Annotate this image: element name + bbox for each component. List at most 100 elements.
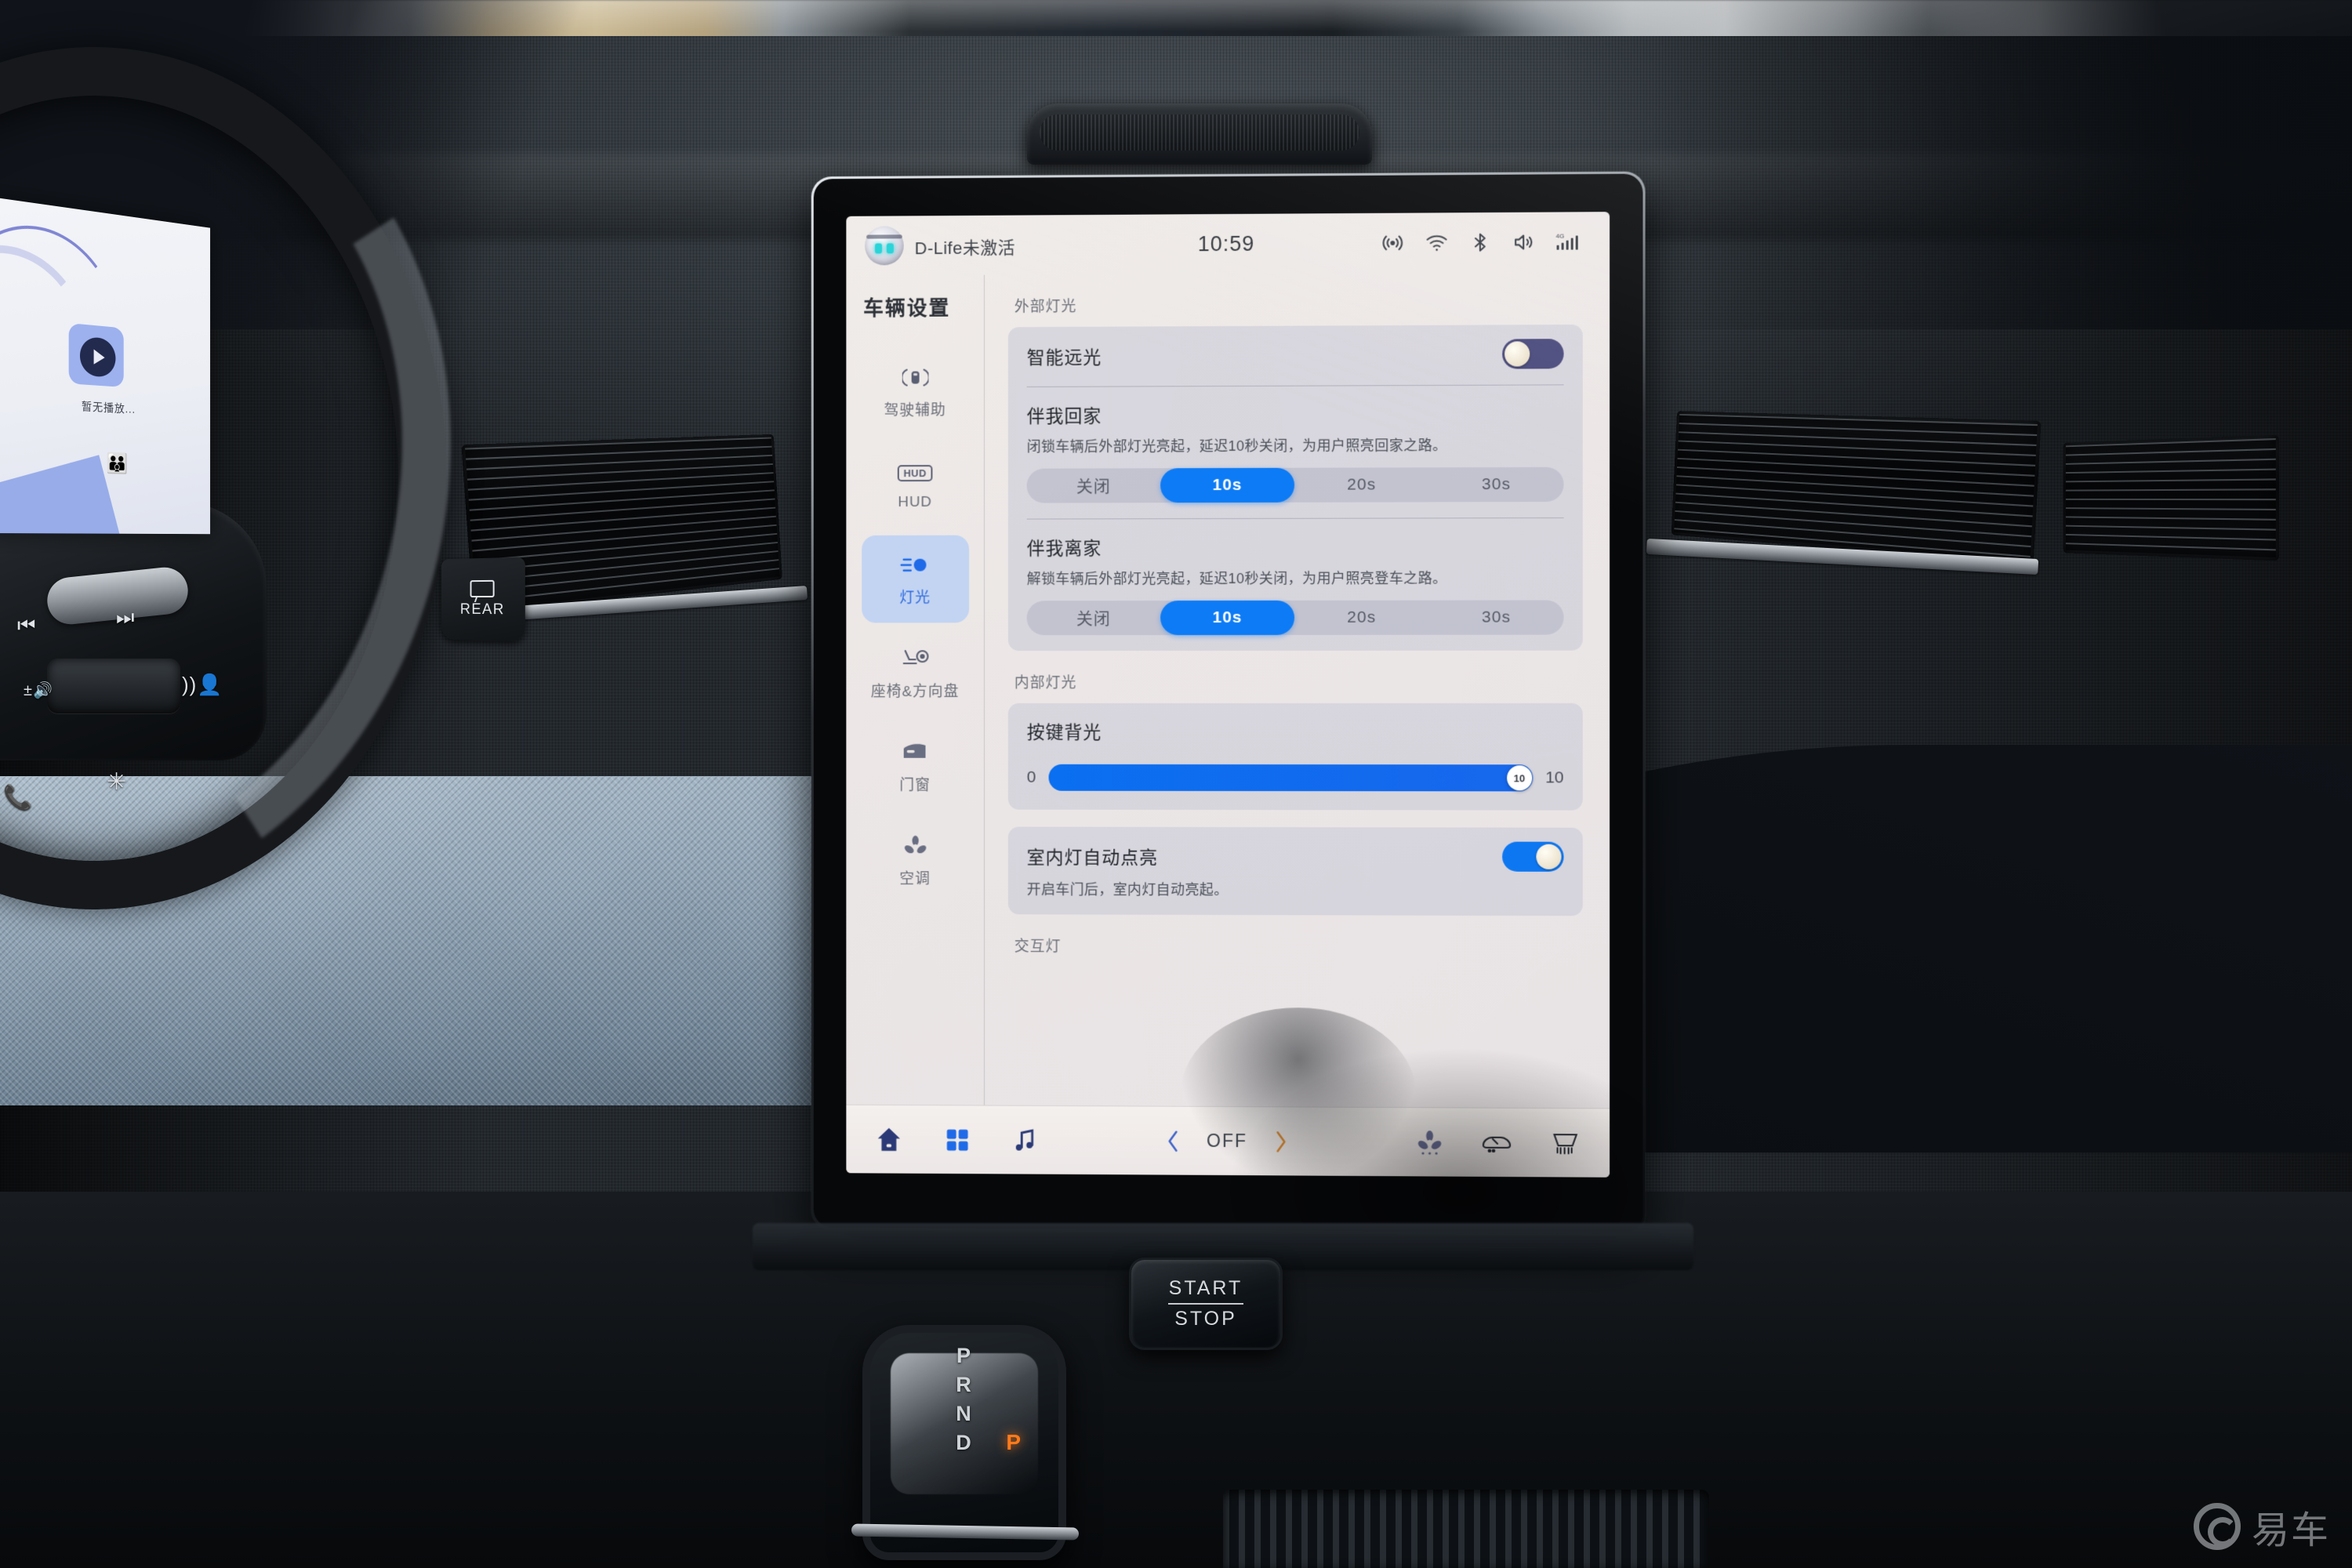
gear-label-d: D xyxy=(956,1431,973,1454)
interior-lighting-group-label: 内部灯光 xyxy=(1014,675,1077,692)
sidebar-item-seat-steering[interactable]: 座椅&方向盘 xyxy=(862,629,969,717)
signal-4g-icon[interactable]: 4G xyxy=(1556,230,1583,253)
fan-icon[interactable] xyxy=(1415,1128,1443,1156)
dock-right-group xyxy=(1415,1128,1581,1157)
follow-me-away-title: 伴我离家 xyxy=(1026,538,1102,559)
status-icons: 4G xyxy=(1381,230,1582,255)
volume-icon[interactable] xyxy=(1512,230,1535,254)
interior-auto-light-desc: 开启车门后，室内灯自动亮起。 xyxy=(1026,881,1229,898)
gear-label-n: N xyxy=(956,1402,973,1425)
bluetooth-icon[interactable] xyxy=(1469,230,1491,254)
watermark-logo-icon xyxy=(2193,1503,2241,1550)
interior-auto-light-card: 室内灯自动点亮 开启车门后，室内灯自动亮起。 xyxy=(1007,826,1583,916)
start-stop-button[interactable]: START STOP xyxy=(1129,1258,1283,1350)
sidebar-item-door-window[interactable]: 门窗 xyxy=(862,723,969,811)
instrument-cluster-screen: 暂无播放... 👪 xyxy=(0,196,211,535)
start-label: START xyxy=(1168,1277,1243,1299)
climate-quick-controls: OFF xyxy=(1163,1127,1291,1155)
key-backlight-slider-row: 0 10 10 xyxy=(1027,764,1564,795)
phone-call-button[interactable]: 📞 xyxy=(3,784,33,811)
follow-me-home-title: 伴我回家 xyxy=(1026,405,1102,426)
screen-bezel: D-Life未激活 10:59 4G 车辆设置 驾驶辅助 HUD HUD 灯光 … xyxy=(813,173,1643,1233)
smart-high-beam-title: 智能远光 xyxy=(1026,347,1102,368)
sidebar-item-label: 门窗 xyxy=(899,777,931,794)
exterior-lighting-group-label: 外部灯光 xyxy=(1014,298,1077,316)
assistant-avatar-icon[interactable] xyxy=(865,226,904,266)
smart-high-beam-head: 智能远光 xyxy=(1027,339,1564,371)
seg-option-20s[interactable]: 20s xyxy=(1294,601,1429,635)
door-window-icon xyxy=(900,739,930,765)
vent-slats xyxy=(2065,437,2276,558)
interior-auto-light-row: 室内灯自动点亮 开启车门后，室内灯自动亮起。 xyxy=(1027,827,1564,916)
bottom-dock: OFF xyxy=(846,1104,1610,1178)
infotainment-ui: D-Life未激活 10:59 4G 车辆设置 驾驶辅助 HUD HUD 灯光 … xyxy=(846,212,1610,1178)
smart-high-beam-row: 智能远光 xyxy=(1027,325,1564,387)
follow-me-away-segmented: 关闭 10s 20s 30s xyxy=(1026,600,1564,636)
gear-label-p: P xyxy=(956,1344,972,1367)
gear-position-labels: P R N D xyxy=(870,1338,1058,1552)
settings-content: 外部灯光 智能远光 伴我回家 闭锁车辆后外部灯光亮起，延迟10秒关闭，为用户照亮… xyxy=(985,271,1610,1108)
hud-icon: HUD xyxy=(897,459,933,486)
air-vent-far-right xyxy=(2063,434,2279,561)
sidebar-item-hud[interactable]: HUD HUD xyxy=(862,441,969,529)
car-interior-photo: ⏮ ⏭ ±🔊 ))👤 ✳ 📞 暂无播放... 👪 REAR D-Life未激活 … xyxy=(0,0,2352,1568)
seg-option-30s[interactable]: 30s xyxy=(1429,467,1564,503)
seg-option-10s[interactable]: 10s xyxy=(1160,600,1295,636)
seg-option-20s[interactable]: 20s xyxy=(1294,467,1429,503)
chevron-left-icon[interactable] xyxy=(1163,1127,1183,1154)
toggle-knob xyxy=(1536,844,1562,869)
sidebar-item-lighting[interactable]: 灯光 xyxy=(861,535,969,623)
climate-fan-icon xyxy=(902,833,928,859)
seg-option-off[interactable]: 关闭 xyxy=(1027,601,1160,635)
screen-glass: D-Life未激活 10:59 4G 车辆设置 驾驶辅助 HUD HUD 灯光 … xyxy=(846,212,1610,1178)
custom-star-button[interactable]: ✳ xyxy=(107,768,127,796)
sidebar-item-label: 座椅&方向盘 xyxy=(870,683,960,700)
key-backlight-slider[interactable]: 10 xyxy=(1048,764,1533,792)
ac-state-label[interactable]: OFF xyxy=(1207,1131,1247,1152)
app-grid-icon[interactable] xyxy=(944,1127,971,1153)
steering-wheel-spoke xyxy=(0,502,267,760)
rear-defrost-icon[interactable] xyxy=(1549,1130,1581,1156)
dock-left-group xyxy=(874,1124,1040,1155)
steering-volume-roller[interactable] xyxy=(47,659,180,713)
music-note-icon[interactable] xyxy=(1011,1126,1040,1154)
sidebar-item-climate[interactable]: 空调 xyxy=(862,816,969,904)
key-backlight-row: 按键背光 0 10 10 xyxy=(1027,703,1564,811)
sidebar-item-label: 驾驶辅助 xyxy=(884,401,946,419)
center-touchscreen[interactable]: D-Life未激活 10:59 4G 车辆设置 驾驶辅助 HUD HUD 灯光 … xyxy=(811,171,1646,1236)
settings-body: 车辆设置 驾驶辅助 HUD HUD 灯光 座椅&方向盘 门窗 空调 外部灯光 智… xyxy=(846,271,1610,1108)
svg-text:4G: 4G xyxy=(1556,233,1565,240)
console-storage-grid xyxy=(1223,1490,1709,1568)
chevron-right-icon[interactable] xyxy=(1271,1128,1291,1155)
stop-label: STOP xyxy=(1174,1308,1237,1330)
slider-min-label: 0 xyxy=(1026,768,1036,786)
seg-option-30s[interactable]: 30s xyxy=(1429,600,1564,634)
interior-auto-light-toggle[interactable] xyxy=(1502,841,1564,872)
page-title: 车辆设置 xyxy=(863,296,951,321)
home-icon[interactable] xyxy=(874,1124,904,1154)
follow-me-home-desc: 闭锁车辆后外部灯光亮起，延迟10秒关闭，为用户照亮回家之路。 xyxy=(1026,437,1447,455)
active-gear-indicator: P xyxy=(1006,1430,1021,1454)
watermark: 易车 xyxy=(2193,1499,2330,1554)
follow-me-home-segmented: 关闭 10s 20s 30s xyxy=(1026,466,1564,503)
seatbelt-warning-icon: 👪 xyxy=(106,452,127,475)
prev-track-button[interactable]: ⏮ xyxy=(17,613,36,638)
front-defrost-icon[interactable] xyxy=(1480,1129,1513,1156)
headlight-icon xyxy=(899,551,931,578)
sidebar-item-driver-assist[interactable]: 驾驶辅助 xyxy=(862,347,969,435)
wifi-icon[interactable] xyxy=(1425,230,1449,254)
driver-assist-icon xyxy=(902,364,928,390)
voice-assistant-button[interactable]: ))👤 xyxy=(182,673,223,697)
sidebar-nav: 驾驶辅助 HUD HUD 灯光 座椅&方向盘 门窗 空调 xyxy=(846,347,984,904)
slider-knob[interactable]: 10 xyxy=(1506,765,1532,791)
seg-option-10s[interactable]: 10s xyxy=(1160,467,1295,503)
seat-steering-icon xyxy=(900,645,930,672)
settings-sidebar: 车辆设置 驾驶辅助 HUD HUD 灯光 座椅&方向盘 门窗 空调 xyxy=(846,274,985,1105)
assistant-status-label: D-Life未激活 xyxy=(914,238,1015,259)
hotspot-icon[interactable] xyxy=(1381,231,1404,255)
sidebar-item-label: HUD xyxy=(898,493,933,510)
smart-high-beam-toggle[interactable] xyxy=(1502,339,1564,369)
rear-button[interactable]: REAR xyxy=(441,557,525,642)
next-track-button[interactable]: ⏭ xyxy=(116,605,135,630)
seg-option-off[interactable]: 关闭 xyxy=(1027,468,1160,503)
